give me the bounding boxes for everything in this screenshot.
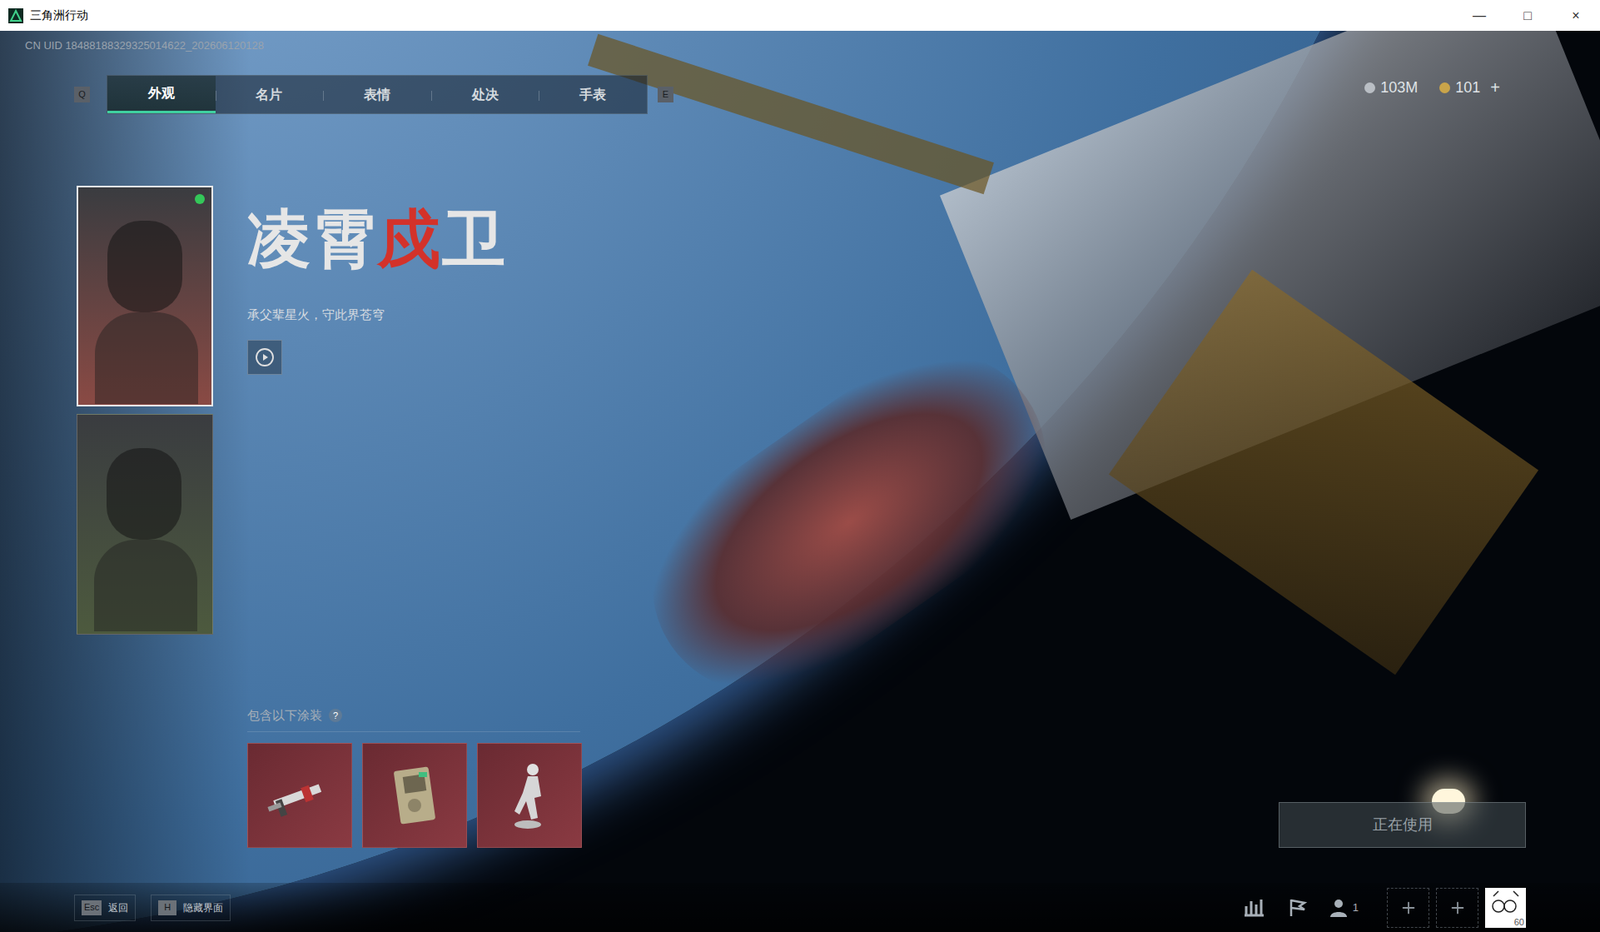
skin-item[interactable]	[477, 742, 582, 848]
invite-slot[interactable]	[1386, 887, 1430, 928]
window-control[interactable]: □	[1503, 0, 1552, 31]
tab-bar: Q 外观名片表情处决手表 E	[0, 74, 674, 115]
app-window: 三角洲行动 —□×CN UID 18488188329325014622_2026…	[0, 0, 1600, 932]
figure-icon	[504, 759, 555, 831]
currency: 101+	[1439, 74, 1501, 100]
plus-icon	[1399, 898, 1418, 917]
operator-card[interactable]	[76, 185, 214, 407]
gold-coin-icon	[1439, 82, 1451, 94]
skin-tagline: 承父辈星火，守此界苍穹	[247, 305, 582, 325]
skin-info: 凌霄戍卫承父辈星火，守此界苍穹包含以下涂装?	[213, 185, 582, 848]
weapon-icon	[266, 765, 333, 825]
online-dot-icon	[194, 193, 205, 204]
operator-card[interactable]	[76, 413, 214, 635]
bottom-bar: Esc返回 H隐藏界面 1 60	[0, 882, 1600, 932]
tab[interactable]: 手表	[538, 75, 647, 114]
operator-list	[0, 185, 214, 848]
main-view: CN UID 18488188329325014622_202606120128…	[0, 30, 1600, 932]
tab[interactable]: 名片	[215, 75, 324, 114]
invite-slot[interactable]	[1436, 887, 1479, 928]
help-button[interactable]: ?	[328, 708, 343, 722]
key-hint[interactable]: H隐藏界面	[150, 894, 231, 921]
play-video-button[interactable]	[247, 339, 283, 375]
add-currency-button[interactable]: +	[1490, 74, 1501, 100]
tab[interactable]: 表情	[322, 75, 432, 114]
tab[interactable]: 处决	[431, 75, 540, 114]
skin-item[interactable]	[362, 742, 468, 848]
stats-icon[interactable]	[1236, 890, 1273, 925]
currency-bar: 103M 101+	[1364, 74, 1501, 100]
next-tab-key[interactable]: E	[657, 86, 674, 103]
window-control[interactable]: —	[1455, 0, 1504, 31]
window-control[interactable]: ×	[1551, 0, 1600, 31]
player-avatar[interactable]: 60	[1485, 887, 1526, 928]
skin-item[interactable]	[247, 742, 353, 848]
currency: 103M	[1364, 76, 1418, 100]
title-bar: 三角洲行动 —□×	[0, 0, 1600, 31]
use-button: 正在使用	[1278, 801, 1526, 848]
prev-tab-key[interactable]: Q	[74, 86, 90, 103]
party-button[interactable]: 1	[1322, 896, 1364, 919]
device-icon	[385, 761, 444, 829]
includes-header: 包含以下涂装?	[247, 705, 581, 733]
plus-icon	[1448, 898, 1467, 917]
flag-icon[interactable]	[1279, 890, 1317, 925]
user-icon	[1327, 896, 1350, 919]
window-title: 三角洲行动	[29, 6, 89, 25]
tab[interactable]: 外观	[107, 75, 216, 114]
skin-title: 凌霄戍卫	[247, 197, 582, 281]
play-icon	[254, 347, 275, 368]
uid-label: CN UID 18488188329325014622_202606120128	[0, 30, 1600, 54]
silver-coin-icon	[1364, 82, 1376, 94]
key-hint[interactable]: Esc返回	[74, 894, 136, 921]
app-logo-icon	[8, 8, 24, 24]
background-scene	[0, 30, 1600, 932]
